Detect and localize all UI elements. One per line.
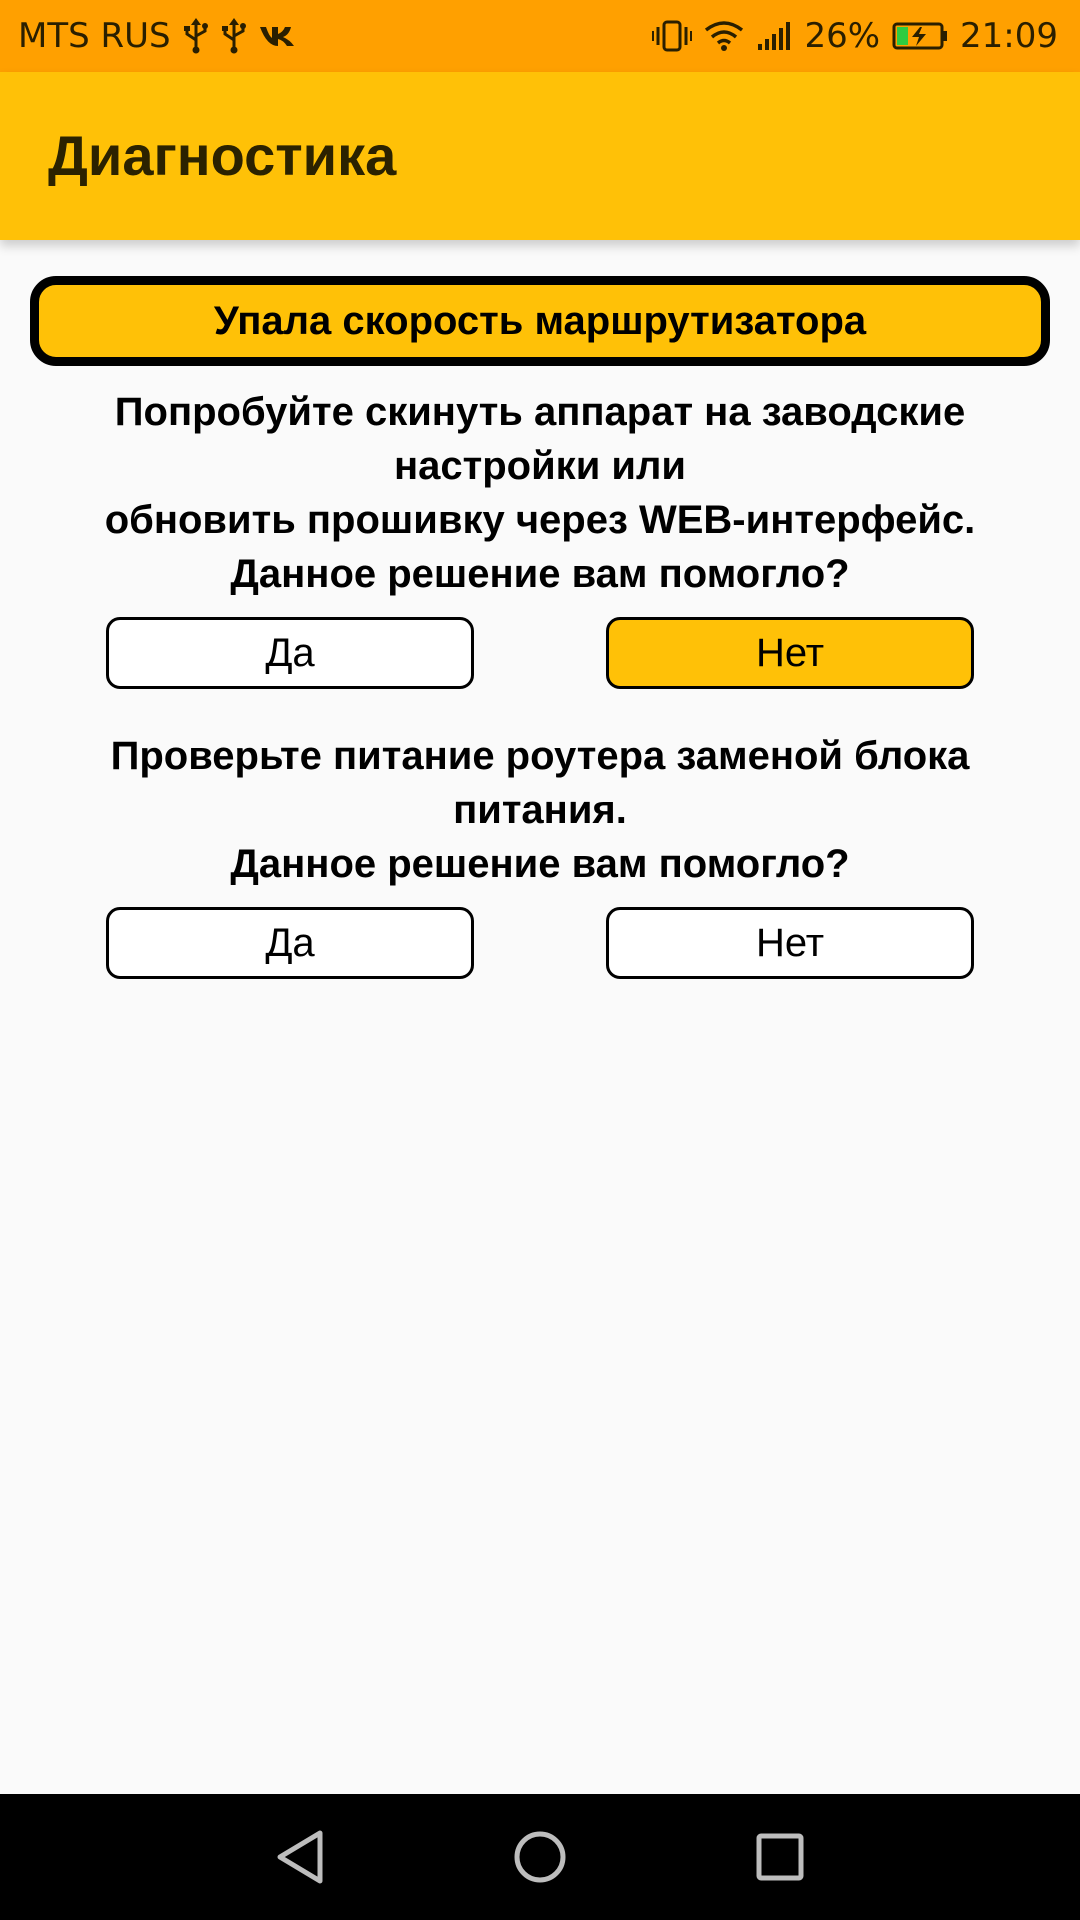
solution-2-yes-button[interactable]: Да: [106, 907, 474, 979]
navigation-bar: [0, 1794, 1080, 1920]
recents-icon: [756, 1833, 804, 1881]
vibrate-icon: [652, 19, 693, 53]
status-bar-right: 26% 21:09: [652, 0, 1058, 72]
solution-1-line-2: настройки или: [393, 444, 686, 488]
clock: 21:09: [960, 16, 1058, 56]
status-bar: MTS RUS 26% 21:09: [0, 0, 1080, 72]
problem-title-banner: Упала скорость маршрутизатора: [30, 276, 1050, 366]
solution-1-yes-button[interactable]: Да: [106, 617, 474, 689]
solution-1-no-button[interactable]: Нет: [606, 617, 974, 689]
back-button[interactable]: [240, 1794, 360, 1920]
usb-icon: [221, 18, 247, 54]
solution-1-line-4: Данное решение вам помогло?: [230, 552, 850, 596]
vk-icon: [259, 24, 295, 48]
app-bar: Диагностика: [0, 72, 1080, 240]
solution-2-line-1: Проверьте питание роутера заменой блока: [110, 734, 970, 778]
usb-icon: [183, 18, 209, 54]
home-button[interactable]: [480, 1794, 600, 1920]
wifi-icon: [704, 20, 744, 52]
carrier-name: MTS RUS: [18, 16, 171, 56]
solution-1-text: Попробуйте скинуть аппарат на заводские …: [40, 385, 1040, 601]
page-title: Диагностика: [48, 124, 397, 187]
solution-2-line-2: питания.: [453, 788, 627, 832]
battery-percent: 26%: [804, 16, 881, 56]
home-icon: [514, 1831, 566, 1883]
battery-level-fill: [897, 27, 909, 45]
status-bar-left: MTS RUS: [18, 0, 295, 72]
solution-1-line-1: Попробуйте скинуть аппарат на заводские: [114, 390, 966, 434]
battery-charging-icon: [892, 21, 948, 51]
solution-1-line-3: обновить прошивку через WEB-интерфейс.: [104, 498, 976, 542]
solution-2-no-button[interactable]: Нет: [606, 907, 974, 979]
solution-2-text: Проверьте питание роутера заменой блока …: [40, 729, 1040, 891]
recents-button[interactable]: [720, 1794, 840, 1920]
back-icon: [277, 1830, 323, 1884]
solution-2-line-3: Данное решение вам помогло?: [230, 842, 850, 886]
signal-icon: [756, 20, 792, 52]
